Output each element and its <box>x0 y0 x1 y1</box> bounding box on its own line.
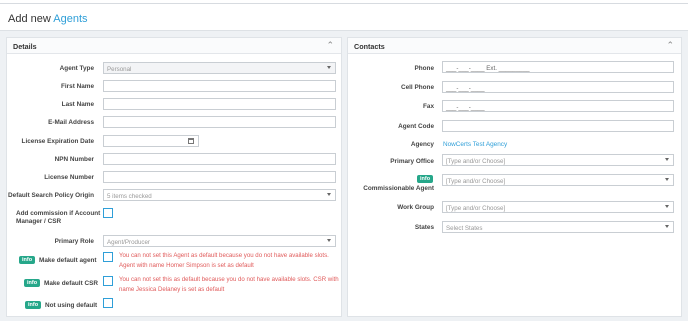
page-header: Add new Agents <box>0 4 688 31</box>
collapse-contacts-icon[interactable]: ⌃ <box>666 40 674 51</box>
details-panel: Details ⌃ Agent Type Personal First Name… <box>6 37 342 317</box>
fax-input[interactable]: ___-___-____ <box>442 100 674 112</box>
add-commission-checkbox[interactable] <box>103 208 113 218</box>
page-title-accent: Agents <box>53 13 88 25</box>
primary-role-select[interactable]: Agent/Producer <box>103 235 336 247</box>
primary-role-label: Primary Role <box>54 238 94 245</box>
commissionable-agent-placeholder: [Type and/or Choose] <box>446 177 506 185</box>
agent-code-input[interactable] <box>442 120 674 132</box>
commissionable-agent-label: Commissionable Agent <box>363 185 434 192</box>
details-title: Details <box>13 42 37 51</box>
license-expiration-label: License Expiration Date <box>21 138 94 145</box>
collapse-details-icon[interactable]: ⌃ <box>326 40 334 51</box>
search-policy-select[interactable]: 5 items checked <box>103 189 336 201</box>
search-policy-label: Default Search Policy Origin <box>8 192 94 199</box>
cell-phone-label: Cell Phone <box>400 84 434 91</box>
states-label: States <box>414 224 434 231</box>
contacts-panel: Contacts ⌃ Phone ___-___-____ Ext. _____… <box>347 37 682 317</box>
agent-code-label: Agent Code <box>398 123 434 130</box>
chevron-down-icon <box>327 193 331 196</box>
search-policy-value: 5 items checked <box>107 192 152 200</box>
chevron-down-icon <box>665 178 669 181</box>
commissionable-agent-select[interactable]: [Type and/or Choose] <box>442 174 674 186</box>
chevron-down-icon <box>327 66 331 69</box>
chevron-down-icon <box>665 205 669 208</box>
email-label: E-Mail Address <box>48 119 94 126</box>
states-select[interactable]: Select States <box>442 221 674 233</box>
license-number-input[interactable] <box>103 171 336 183</box>
last-name-label: Last Name <box>61 101 94 108</box>
work-group-select[interactable]: [Type and/or Choose] <box>442 201 674 213</box>
last-name-input[interactable] <box>103 98 336 110</box>
agency-label: Agency <box>410 141 434 148</box>
chevron-down-icon <box>665 225 669 228</box>
npn-label: NPN Number <box>54 156 94 163</box>
phone-label: Phone <box>414 65 434 72</box>
not-using-default-info-badge[interactable]: info <box>25 301 42 310</box>
chevron-down-icon <box>665 158 669 161</box>
make-default-csr-checkbox[interactable] <box>103 276 113 286</box>
calendar-icon[interactable] <box>188 138 194 144</box>
primary-office-label: Primary Office <box>390 158 434 165</box>
npn-input[interactable] <box>103 153 336 165</box>
default-csr-info-badge[interactable]: info <box>24 279 41 288</box>
details-panel-header: Details ⌃ <box>7 38 341 54</box>
primary-role-value: Agent/Producer <box>107 238 150 246</box>
first-name-label: First Name <box>60 83 94 90</box>
first-name-input[interactable] <box>103 80 336 92</box>
contacts-panel-header: Contacts ⌃ <box>348 38 681 54</box>
agent-type-select[interactable]: Personal <box>103 62 336 74</box>
not-using-default-checkbox[interactable] <box>103 298 113 308</box>
cell-phone-input[interactable]: ___-___-____ <box>442 81 674 93</box>
email-input[interactable] <box>103 116 336 128</box>
states-placeholder: Select States <box>446 224 483 232</box>
license-number-label: License Number <box>44 174 94 181</box>
agency-link[interactable]: NowCerts Test Agency <box>443 141 507 148</box>
default-agent-warning: You can not set this Agent as default be… <box>119 252 329 269</box>
make-default-csr-label: Make default CSR <box>44 280 98 287</box>
agent-type-value: Personal <box>107 65 132 73</box>
not-using-default-label: Not using default <box>45 302 98 309</box>
make-default-agent-label: Make default agent <box>39 257 97 264</box>
agent-type-label: Agent Type <box>59 65 94 72</box>
default-csr-warning: You can not set this as default because … <box>119 276 339 293</box>
work-group-label: Work Group <box>397 204 434 211</box>
phone-input[interactable]: ___-___-____ Ext. _________ <box>442 61 674 73</box>
default-agent-info-badge[interactable]: info <box>19 256 36 265</box>
chevron-down-icon <box>327 239 331 242</box>
primary-office-placeholder: [Type and/or Choose] <box>446 157 506 165</box>
page-title: Add new Agents <box>8 13 88 25</box>
primary-office-select[interactable]: [Type and/or Choose] <box>442 154 674 166</box>
page-title-prefix: Add new <box>8 13 51 25</box>
license-expiration-input[interactable] <box>103 135 199 147</box>
make-default-agent-checkbox[interactable] <box>103 252 113 262</box>
commissionable-agent-info-badge[interactable]: info <box>417 175 434 184</box>
contacts-title: Contacts <box>354 42 385 51</box>
fax-label: Fax <box>422 103 434 110</box>
add-commission-label: Add commission if Account Manager / CSR <box>16 210 101 225</box>
work-group-placeholder: [Type and/or Choose] <box>446 204 506 212</box>
